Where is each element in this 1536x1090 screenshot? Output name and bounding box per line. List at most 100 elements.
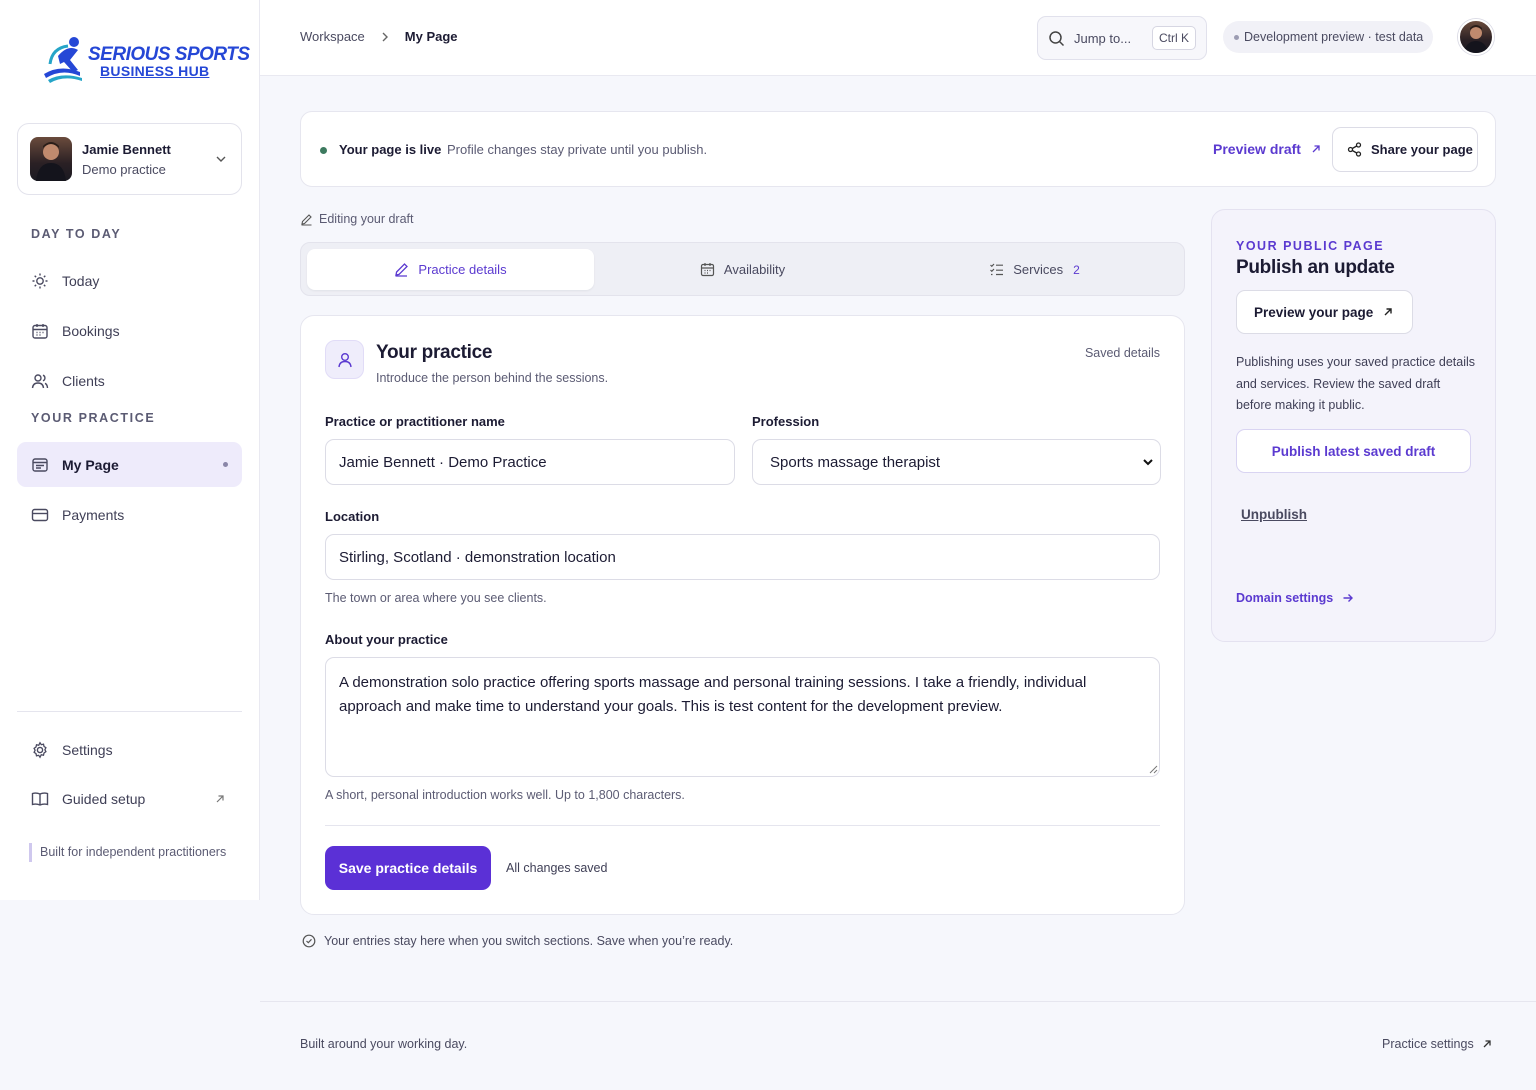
external-link-icon xyxy=(1383,307,1393,317)
preview-page-label: Preview your page xyxy=(1254,304,1374,320)
sidebar-item-label: Clients xyxy=(62,372,105,389)
profile-name: Jamie Bennett xyxy=(82,142,171,157)
sidebar-item-label: Bookings xyxy=(62,322,120,339)
publish-draft-button[interactable]: Publish latest saved draft xyxy=(1236,429,1471,473)
sidebar-item-label: Today xyxy=(62,272,100,289)
save-practice-details-button[interactable]: Save practice details xyxy=(325,846,491,890)
footnote-text: Your entries stay here when you switch s… xyxy=(324,934,734,948)
card-title: Your practice xyxy=(376,342,493,363)
card-divider xyxy=(325,825,1160,826)
location-input[interactable] xyxy=(325,534,1160,580)
users-icon xyxy=(31,372,49,390)
user-avatar[interactable] xyxy=(1458,19,1494,55)
practice-settings-label: Practice settings xyxy=(1382,1037,1474,1051)
editing-note-text: Editing your draft xyxy=(319,212,414,226)
breadcrumb: Workspace My Page xyxy=(300,29,458,44)
preview-page-button[interactable]: Preview your page xyxy=(1236,290,1413,334)
share-page-label: Share your page xyxy=(1371,142,1473,157)
jump-to-search[interactable]: Jump to... Ctrl K xyxy=(1037,16,1207,60)
live-status-dot xyxy=(320,147,327,154)
external-link-icon xyxy=(215,794,225,804)
domain-settings-link[interactable]: Domain settings xyxy=(1236,591,1354,605)
sidebar-item-label: Guided setup xyxy=(62,790,146,807)
sidebar-item-label: Settings xyxy=(62,741,113,758)
chevron-down-icon xyxy=(215,153,227,165)
calendar-icon xyxy=(700,262,715,277)
live-status-banner: Your page is live Profile changes stay p… xyxy=(300,111,1496,187)
sidebar: SERIOUS SPORTS BUSINESS HUB Jamie Bennet… xyxy=(0,0,260,900)
save-status: All changes saved xyxy=(506,861,608,875)
services-count-badge: 2 xyxy=(1073,262,1080,277)
footer-divider xyxy=(260,1001,1536,1002)
card-subtitle: Introduce the person behind the sessions… xyxy=(376,371,609,385)
checklist-icon xyxy=(989,262,1004,277)
sidebar-item-settings[interactable]: Settings xyxy=(17,727,242,772)
share-icon xyxy=(1347,142,1362,157)
arrow-right-icon xyxy=(1342,592,1354,604)
sidebar-item-today[interactable]: Today xyxy=(17,258,242,303)
sidebar-divider xyxy=(17,711,242,712)
practice-details-card: Your practice Introduce the person behin… xyxy=(300,315,1185,915)
entries-footnote: Your entries stay here when you switch s… xyxy=(302,934,733,948)
sidebar-item-clients[interactable]: Clients xyxy=(17,358,242,403)
user-icon xyxy=(325,340,364,379)
footer-tagline: Built around your working day. xyxy=(300,1037,468,1051)
chevron-down-icon xyxy=(1142,456,1154,468)
pencil-icon xyxy=(300,213,313,226)
card-icon xyxy=(31,506,49,524)
avatar xyxy=(30,137,72,181)
breadcrumb-workspace[interactable]: Workspace xyxy=(300,29,365,44)
publish-title: Publish an update xyxy=(1236,257,1395,278)
profession-select[interactable]: Sports massage therapist xyxy=(752,439,1161,485)
search-label: Jump to... xyxy=(1074,30,1132,46)
sidebar-item-label: My Page xyxy=(62,456,119,473)
location-label: Location xyxy=(325,509,380,524)
tab-label: Practice details xyxy=(418,262,507,277)
sidebar-item-my-page[interactable]: My Page xyxy=(17,442,242,487)
book-icon xyxy=(31,790,49,808)
pencil-icon xyxy=(394,262,409,277)
gear-icon xyxy=(31,741,49,759)
publish-description: Publishing uses your saved practice deta… xyxy=(1236,355,1476,412)
section-label-your-practice: YOUR PRACTICE xyxy=(31,411,156,425)
publish-panel: YOUR PUBLIC PAGE Publish an update Previ… xyxy=(1211,209,1496,642)
publish-eyebrow: YOUR PUBLIC PAGE xyxy=(1236,239,1385,253)
search-icon xyxy=(1048,30,1065,47)
about-textarea[interactable]: A demonstration solo practice offering s… xyxy=(325,657,1160,777)
sidebar-item-payments[interactable]: Payments xyxy=(17,492,242,537)
section-tabs: Practice details Availability Services 2 xyxy=(300,242,1185,296)
check-circle-icon xyxy=(302,934,316,948)
live-status-title: Your page is live xyxy=(339,142,442,157)
profile-switcher[interactable]: Jamie Bennett Demo practice xyxy=(17,123,242,195)
environment-badge: Development preview · test data xyxy=(1223,21,1434,53)
external-link-icon xyxy=(1482,1039,1492,1049)
tab-practice-details[interactable]: Practice details xyxy=(307,249,594,290)
location-hint: The town or area where you see clients. xyxy=(325,591,547,605)
page-icon xyxy=(31,456,49,474)
sun-icon xyxy=(31,272,49,290)
external-link-icon xyxy=(1311,144,1321,154)
sidebar-item-bookings[interactable]: Bookings xyxy=(17,308,242,353)
preview-draft-link[interactable]: Preview draft xyxy=(1213,141,1321,157)
brand-logo[interactable]: SERIOUS SPORTS BUSINESS HUB xyxy=(40,34,250,90)
unpublish-link[interactable]: Unpublish xyxy=(1241,507,1307,522)
chevron-right-icon xyxy=(381,32,389,42)
sidebar-item-guided-setup[interactable]: Guided setup xyxy=(17,776,242,821)
about-hint: A short, personal introduction works wel… xyxy=(325,788,685,802)
active-indicator-dot xyxy=(223,462,228,467)
share-page-button[interactable]: Share your page xyxy=(1332,127,1478,172)
practice-settings-link[interactable]: Practice settings xyxy=(1382,1037,1492,1051)
name-label: Practice or practitioner name xyxy=(325,414,505,429)
calendar-icon xyxy=(31,322,49,340)
domain-settings-label: Domain settings xyxy=(1236,591,1334,605)
tab-services[interactable]: Services 2 xyxy=(891,249,1178,290)
profession-label: Profession xyxy=(752,414,820,429)
resize-grip-icon[interactable] xyxy=(1149,765,1158,774)
tab-availability[interactable]: Availability xyxy=(599,249,886,290)
about-label: About your practice xyxy=(325,632,448,647)
brand-line2: BUSINESS HUB xyxy=(100,63,210,79)
topbar: Workspace My Page Jump to... Ctrl K Deve… xyxy=(260,0,1536,76)
practice-name-input[interactable] xyxy=(325,439,735,485)
breadcrumb-current: My Page xyxy=(404,29,458,44)
tab-label: Availability xyxy=(723,262,786,277)
